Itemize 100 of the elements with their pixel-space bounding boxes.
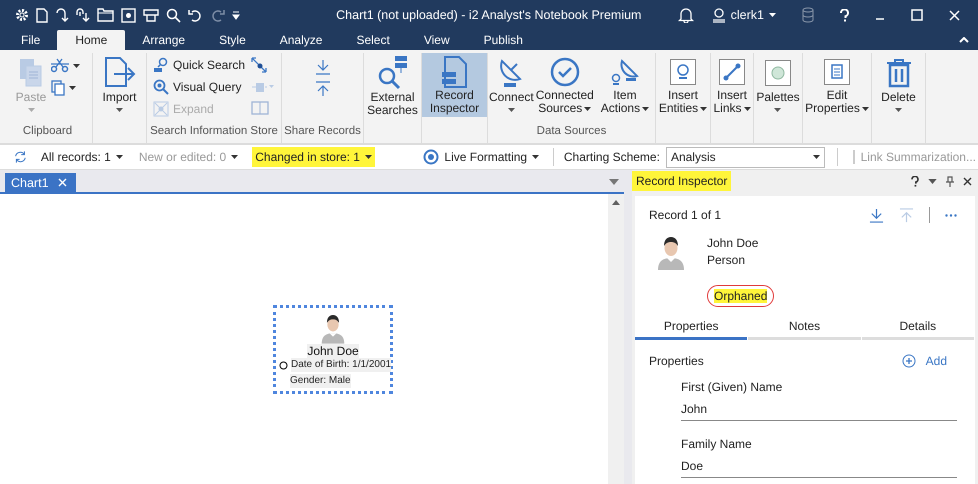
section-title: Properties xyxy=(649,354,704,368)
ribbon-button[interactable]: Palettes xyxy=(755,53,801,117)
caret-icon xyxy=(895,108,902,112)
caret-icon xyxy=(700,106,708,111)
ribbon-button[interactable]: Item Actions xyxy=(594,53,655,117)
person-avatar-icon xyxy=(320,312,346,344)
search-icon xyxy=(152,57,169,73)
caret-icon xyxy=(812,155,820,159)
ribbon-button[interactable]: External Searches xyxy=(364,53,421,117)
live-formatting-button[interactable]: Live Formatting xyxy=(421,147,542,167)
record-name: John Doe xyxy=(707,236,758,250)
user-menu[interactable]: clerk1 xyxy=(712,8,776,22)
ribbon-tab[interactable]: Arrange xyxy=(125,30,202,50)
pin-icon[interactable] xyxy=(946,176,954,186)
record-icon xyxy=(440,55,468,89)
field-label: First (Given) Name xyxy=(681,380,784,394)
ribbon-button[interactable]: Connect xyxy=(488,53,535,117)
document-tab[interactable]: Chart1 xyxy=(5,173,76,192)
bell-icon[interactable] xyxy=(678,7,694,23)
caret-icon xyxy=(532,155,540,159)
copy-icon[interactable] xyxy=(51,80,66,96)
entity-card[interactable]: John Doe Date of Birth: 1/1/2001 Gender: Male xyxy=(273,305,393,394)
properties-icon xyxy=(824,59,850,85)
record-filter[interactable]: All records: 1 xyxy=(38,147,125,167)
ribbon-tab[interactable]: Publish xyxy=(466,30,540,50)
group-label: Clipboard xyxy=(22,125,72,139)
database-icon[interactable] xyxy=(802,7,814,23)
text-field[interactable]: Doe xyxy=(681,451,957,478)
palette-icon xyxy=(764,60,791,86)
save-icon[interactable] xyxy=(121,8,136,22)
search-icon[interactable] xyxy=(166,8,181,22)
redo-icon[interactable] xyxy=(210,8,225,22)
expand-icon xyxy=(152,101,169,117)
collapse-ribbon-icon[interactable] xyxy=(959,37,969,43)
new-document-icon[interactable] xyxy=(36,8,48,22)
chart-canvas[interactable]: John Doe Date of Birth: 1/1/2001 Gender: Male xyxy=(0,192,624,484)
satellite-dish-icon xyxy=(498,58,524,88)
maximize-icon[interactable] xyxy=(911,9,923,21)
add-button[interactable]: Add xyxy=(902,354,947,368)
entity-property: Date of Birth: 1/1/2001 xyxy=(291,358,392,372)
customize-icon[interactable] xyxy=(232,10,240,20)
ribbon-button[interactable]: Record Inspector xyxy=(422,53,487,117)
ribbon-tab[interactable]: Home xyxy=(57,30,126,50)
upload-icon[interactable] xyxy=(314,81,330,97)
ribbon-tab[interactable]: Style xyxy=(202,30,263,50)
caret-icon xyxy=(69,86,76,90)
trash-icon xyxy=(886,58,912,88)
download-icon[interactable] xyxy=(314,59,330,75)
close-icon[interactable] xyxy=(963,176,972,186)
panel-tab[interactable]: Properties xyxy=(635,315,748,340)
charting-scheme-label: Charting Scheme: xyxy=(564,150,660,164)
ribbon-tab[interactable]: Select xyxy=(339,30,407,50)
ribbon-tab[interactable]: Analyze xyxy=(262,30,340,50)
panel-tab[interactable]: Details xyxy=(862,315,974,340)
caret-icon xyxy=(862,106,869,111)
more-icon[interactable] xyxy=(945,214,957,216)
ribbon-tab[interactable]: File xyxy=(4,30,58,50)
ribbon-tab[interactable]: View xyxy=(406,30,467,50)
text-field[interactable]: John xyxy=(681,394,957,421)
caret-icon xyxy=(744,106,750,111)
caret-icon xyxy=(769,13,776,17)
ribbon-button[interactable]: Import xyxy=(101,53,138,117)
resize-arrow-icon[interactable] xyxy=(251,57,268,73)
scroll-up-icon[interactable] xyxy=(612,200,620,205)
visual-query-icon xyxy=(152,79,169,95)
scissors-icon[interactable] xyxy=(51,58,70,74)
curved-arrow-icon[interactable] xyxy=(55,8,69,22)
folder-icon[interactable] xyxy=(97,8,114,22)
ribbon-button[interactable]: Connected Sources xyxy=(534,53,595,117)
curved-arrow-icon[interactable] xyxy=(76,8,90,22)
ribbon-button[interactable]: Insert Entities xyxy=(656,53,710,117)
group-label: Data Sources xyxy=(536,125,606,139)
print-icon[interactable] xyxy=(143,8,159,22)
panel-tab[interactable]: Notes xyxy=(748,315,861,340)
refresh-icon[interactable] xyxy=(14,149,27,165)
undo-icon[interactable] xyxy=(188,8,203,22)
ribbon-button[interactable]: Insert Links xyxy=(711,53,753,117)
plus-circle-icon xyxy=(902,354,916,368)
charting-scheme-dropdown[interactable]: Analysis xyxy=(666,146,825,168)
caret-icon xyxy=(508,108,515,112)
window-title: Chart1 (not uploaded) - i2 Analyst's Notebook Premium xyxy=(335,8,642,22)
ribbon-button[interactable]: Delete xyxy=(880,53,917,117)
gear-icon[interactable] xyxy=(15,8,29,22)
download-icon[interactable] xyxy=(869,208,884,222)
ribbon-button[interactable]: Edit Properties xyxy=(803,53,871,117)
record-type: Person xyxy=(707,253,746,267)
field-label: Family Name xyxy=(681,437,753,451)
record-filter[interactable]: Changed in store: 1 xyxy=(252,147,375,167)
check-circle-icon xyxy=(550,57,580,87)
help-icon[interactable] xyxy=(840,8,849,22)
ribbon-button[interactable]: Quick Search xyxy=(152,57,246,73)
target-icon xyxy=(423,149,440,165)
help-icon[interactable] xyxy=(911,176,919,186)
scrollbar[interactable] xyxy=(608,194,624,484)
ribbon-button[interactable]: Visual Query xyxy=(152,79,246,95)
caret-icon[interactable] xyxy=(928,178,937,184)
caret-icon xyxy=(231,155,238,159)
entity-icon xyxy=(670,59,696,85)
panel-title: Record Inspector xyxy=(632,171,732,191)
caret-icon[interactable] xyxy=(609,179,619,185)
